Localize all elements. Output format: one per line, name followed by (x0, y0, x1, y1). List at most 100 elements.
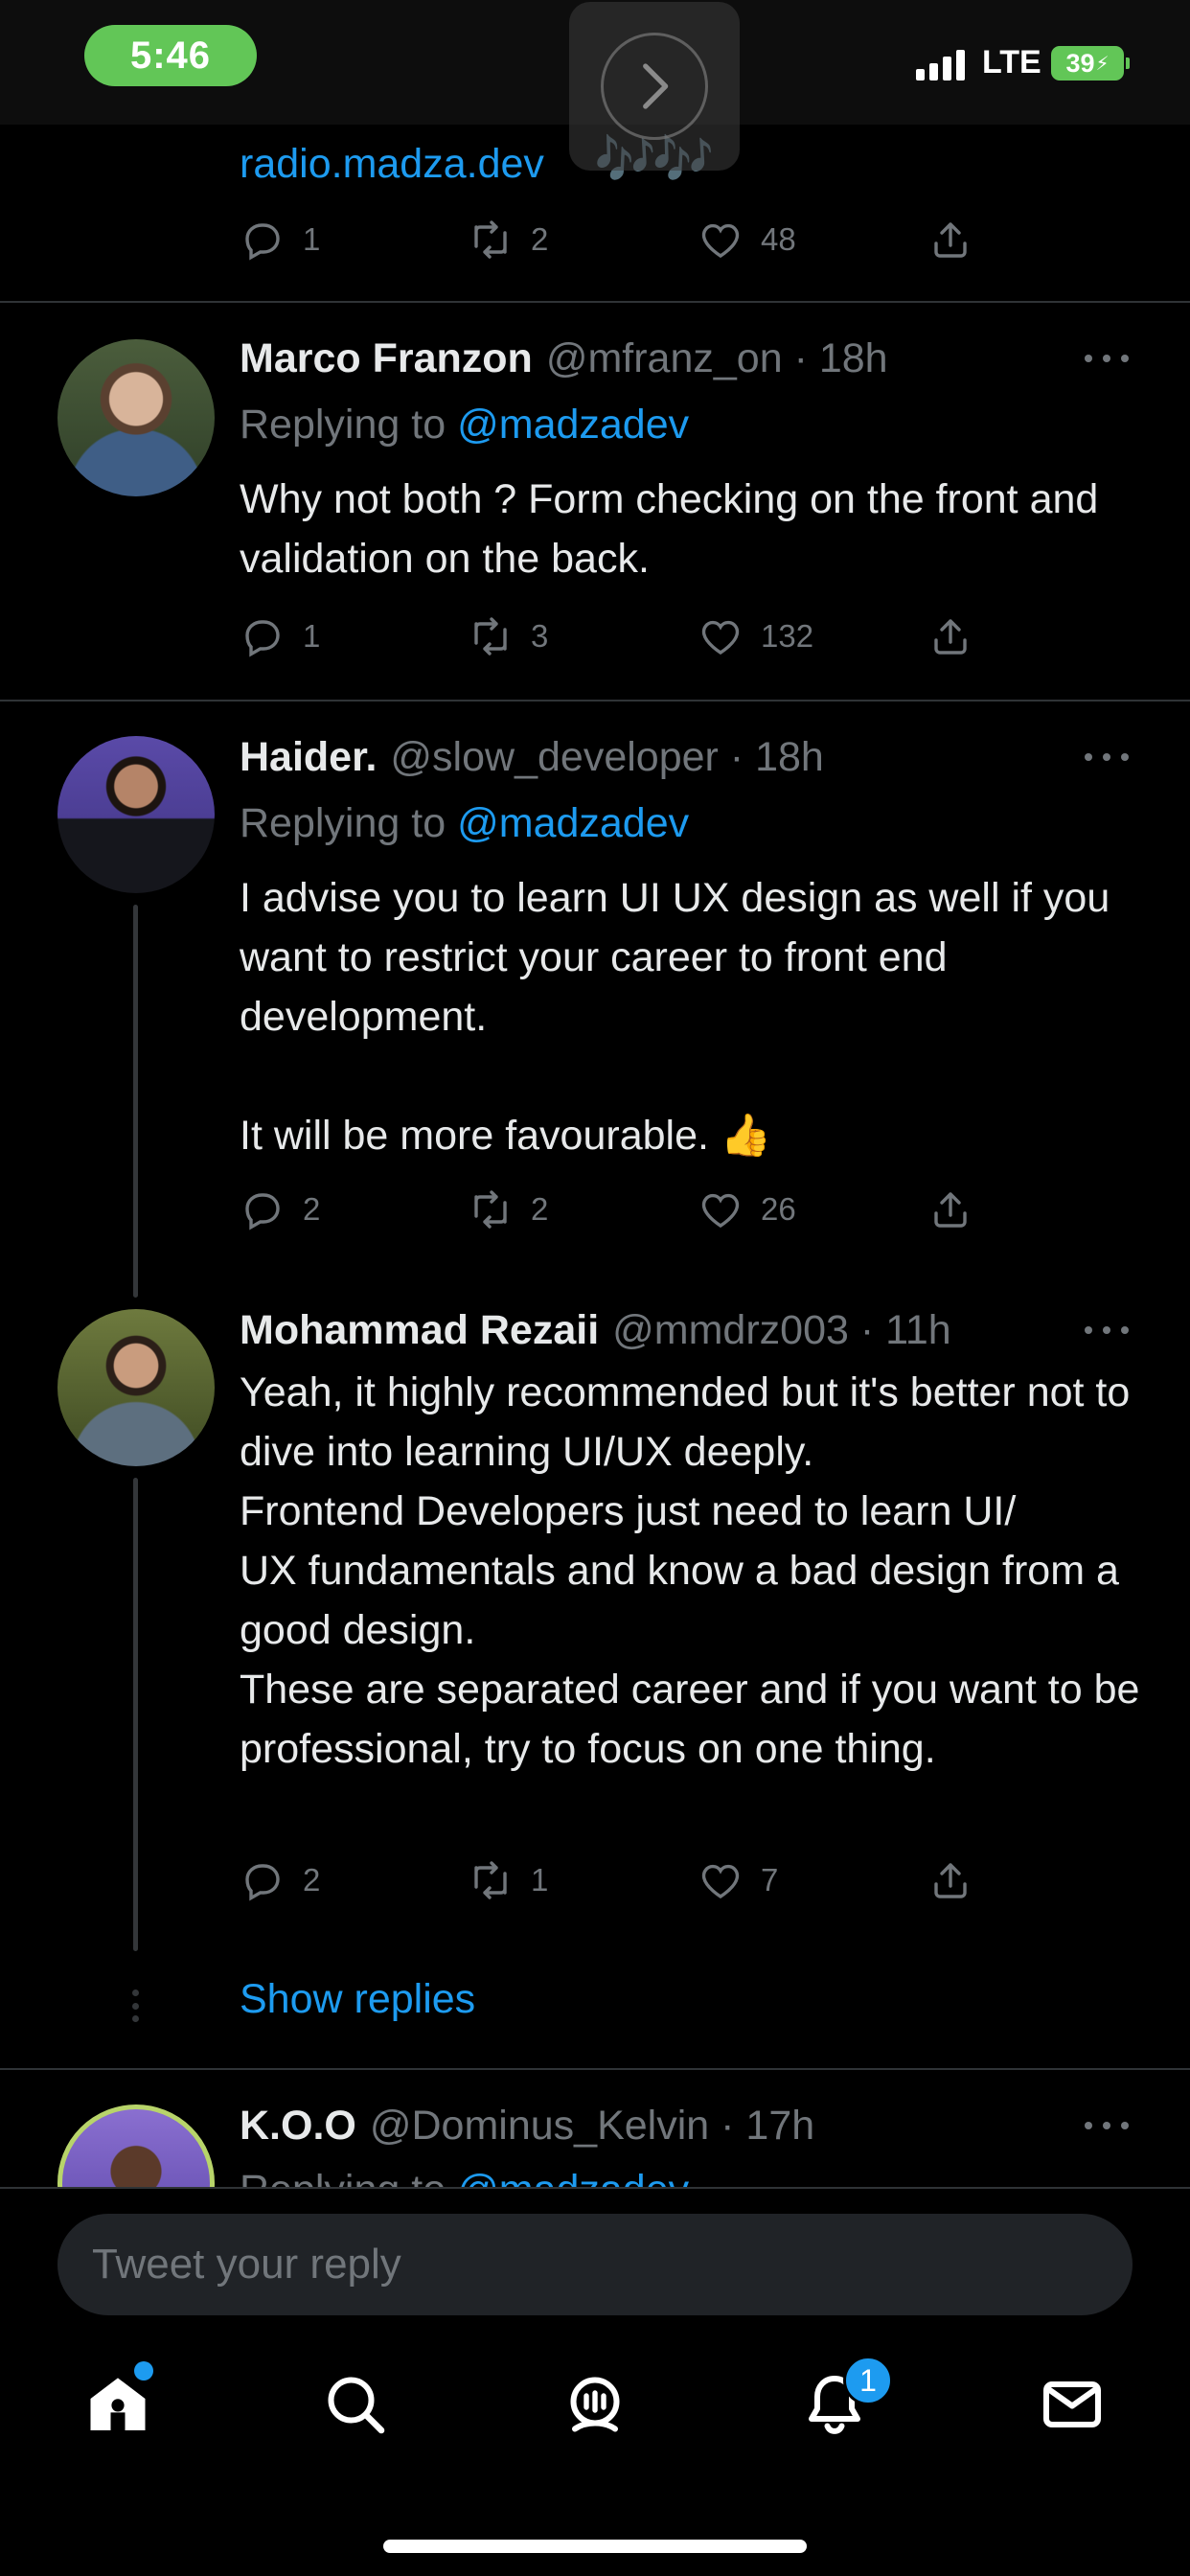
reply-count: 2 (303, 1862, 321, 1898)
show-replies-link[interactable]: Show replies (240, 1976, 475, 2023)
like-count: 132 (761, 618, 814, 654)
tweet-actions: 1 3 132 (240, 608, 1006, 665)
tab-search[interactable] (312, 2361, 399, 2448)
replying-to-handle[interactable]: @madzadev (457, 402, 689, 448)
reply-button[interactable]: 2 (240, 1852, 320, 1909)
share-button[interactable] (927, 211, 973, 268)
retweet-button[interactable]: 1 (468, 1852, 548, 1909)
thread-line (133, 905, 138, 1298)
tweet-header: K.O.O @Dominus_Kelvin · 17h (240, 2097, 814, 2154)
replying-to-line: Replying to @madzadev (240, 2160, 689, 2187)
author-name[interactable]: Marco Franzon (240, 335, 533, 382)
divider (0, 700, 1190, 702)
reply-count: 1 (303, 221, 321, 257)
author-handle: @Dominus_Kelvin · 17h (369, 2102, 815, 2149)
author-handle: @slow_developer · 18h (390, 733, 824, 780)
tweet-feed[interactable]: radio.madza.dev 🎶🎶 1 2 48 Marco Franzon … (0, 0, 1190, 2187)
network-type: LTE (982, 44, 1041, 80)
like-button[interactable]: 48 (698, 211, 796, 268)
tab-spaces[interactable] (552, 2361, 638, 2448)
replying-to-handle[interactable]: @madzadev (457, 2167, 689, 2187)
search-icon (328, 2377, 385, 2434)
bottom-tab-bar: 1 (0, 2321, 1190, 2576)
like-count: 48 (761, 221, 796, 257)
reply-icon (245, 223, 280, 261)
thread-continuation-dots (132, 1990, 140, 2022)
divider (0, 301, 1190, 303)
like-button[interactable]: 26 (698, 1181, 796, 1238)
tweet-reply-input[interactable] (57, 2214, 1133, 2315)
cellular-signal-icon (916, 50, 965, 80)
author-name[interactable]: Mohammad Rezaii (240, 1307, 599, 1354)
heart-icon (701, 223, 740, 258)
divider (0, 2068, 1190, 2070)
chevron-right-icon (601, 33, 708, 140)
retweet-button[interactable]: 2 (468, 1181, 548, 1238)
reply-icon (245, 620, 280, 657)
battery-level: 39 (1065, 48, 1095, 78)
author-name[interactable]: Haider. (240, 734, 377, 781)
replying-to-handle[interactable]: @madzadev (457, 800, 689, 846)
retweet-icon (474, 1190, 507, 1229)
like-count: 7 (761, 1862, 779, 1898)
tweet-text: Why not both ? Form checking on the fron… (240, 476, 1099, 582)
reply-composer-bar (0, 2187, 1190, 2321)
more-options-icon[interactable] (1085, 2106, 1129, 2145)
reply-button[interactable]: 1 (240, 211, 320, 268)
retweet-icon (474, 220, 507, 259)
reply-count: 1 (303, 618, 321, 654)
tweet-header: Haider. @slow_developer · 18h (240, 728, 824, 786)
retweet-button[interactable]: 3 (468, 608, 548, 665)
reply-button[interactable]: 1 (240, 608, 320, 665)
retweet-count: 2 (531, 221, 549, 257)
like-count: 26 (761, 1191, 796, 1227)
more-options-icon[interactable] (1085, 738, 1129, 776)
author-handle: @mfranz_on · 18h (545, 334, 888, 381)
replying-prefix: Replying to (240, 2167, 446, 2187)
retweet-icon (474, 617, 507, 656)
replying-prefix: Replying to (240, 800, 446, 846)
more-options-icon[interactable] (1085, 339, 1129, 378)
reply-icon (245, 1193, 280, 1230)
tweet-link[interactable]: radio.madza.dev (240, 134, 544, 194)
author-name[interactable]: K.O.O (240, 2103, 356, 2150)
tweet-actions: 2 1 7 (240, 1852, 1006, 1909)
retweet-count: 2 (531, 1191, 549, 1227)
more-options-icon[interactable] (1085, 1311, 1129, 1349)
status-time[interactable]: 5:46 (84, 25, 257, 86)
avatar[interactable] (57, 339, 215, 496)
retweet-button[interactable]: 2 (468, 211, 548, 268)
reply-count: 2 (303, 1191, 321, 1227)
like-button[interactable]: 7 (698, 1852, 778, 1909)
heart-icon (701, 620, 740, 655)
author-handle: @mmdrz003 · 11h (612, 1306, 951, 1353)
home-unread-dot (134, 2361, 153, 2380)
thread-line (133, 1478, 138, 1951)
avatar[interactable] (57, 2104, 215, 2187)
replying-prefix: Replying to (240, 402, 446, 448)
share-icon (934, 619, 967, 655)
share-icon (934, 222, 967, 258)
share-button[interactable] (927, 1852, 973, 1909)
replying-to-line: Replying to @madzadev (240, 794, 689, 853)
home-indicator[interactable] (383, 2540, 807, 2553)
tab-messages[interactable] (1029, 2361, 1115, 2448)
retweet-count: 1 (531, 1862, 549, 1898)
share-button[interactable] (927, 1181, 973, 1238)
messages-icon (1043, 2381, 1101, 2427)
replying-to-line: Replying to @madzadev (240, 395, 689, 454)
heart-icon (701, 1864, 740, 1898)
avatar[interactable] (57, 736, 215, 893)
like-button[interactable]: 132 (698, 608, 813, 665)
tweet-actions: 1 2 48 (240, 211, 1006, 268)
tweet-actions: 2 2 26 (240, 1181, 1006, 1238)
pip-expand-button[interactable] (569, 2, 740, 171)
reply-icon (245, 1864, 280, 1901)
reply-button[interactable]: 2 (240, 1181, 320, 1238)
tweet-header: Mohammad Rezaii @mmdrz003 · 11h (240, 1301, 951, 1359)
avatar[interactable] (57, 1309, 215, 1466)
share-button[interactable] (927, 608, 973, 665)
charging-bolt-icon: ⚡ (1095, 53, 1110, 75)
tweet-text: I advise you to learn UI UX design as we… (240, 875, 1110, 1159)
notification-count-badge: 1 (843, 2356, 893, 2405)
